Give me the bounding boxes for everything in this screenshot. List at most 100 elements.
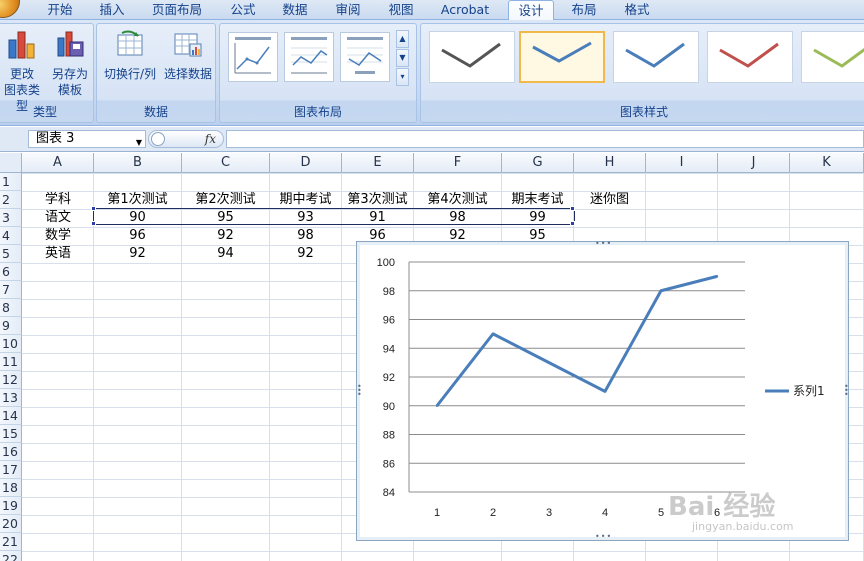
chart-style-4[interactable] — [707, 31, 793, 83]
row-header-12[interactable]: 12 — [0, 371, 22, 389]
cell-F2[interactable]: 第4次测试 — [414, 191, 501, 208]
cell-A2[interactable]: 学科 — [23, 191, 93, 208]
column-header-G[interactable]: G — [502, 153, 574, 173]
row-header-19[interactable]: 19 — [0, 497, 22, 515]
insert-function-button[interactable]: fx — [148, 130, 224, 148]
column-header-I[interactable]: I — [646, 153, 718, 173]
column-header-A[interactable]: A — [22, 153, 94, 173]
row-header-3[interactable]: 3 — [0, 209, 22, 227]
tab-chart-layout[interactable]: 布局 — [562, 0, 606, 20]
range-handle-top-right[interactable] — [570, 206, 575, 211]
row-header-22[interactable]: 22 — [0, 551, 22, 561]
tab-review[interactable]: 审阅 — [328, 0, 368, 20]
chevron-down-icon[interactable]: ▼ — [136, 135, 142, 151]
cell-A3[interactable]: 语文 — [23, 209, 93, 226]
group-label-chart-style: 图表样式 — [619, 105, 668, 119]
cell-D4[interactable]: 98 — [270, 227, 341, 244]
column-header-H[interactable]: H — [574, 153, 646, 173]
chart-layout-2[interactable] — [284, 32, 334, 82]
tab-formulas[interactable]: 公式 — [222, 0, 264, 20]
range-handle-bottom-left[interactable] — [91, 221, 96, 226]
cell-D2[interactable]: 期中考试 — [270, 191, 341, 208]
tab-format[interactable]: 格式 — [614, 0, 660, 20]
ribbon-group-chart-style: 图表样式 — [420, 23, 864, 123]
row-header-13[interactable]: 13 — [0, 389, 22, 407]
chart-layout-1[interactable] — [228, 32, 278, 82]
row-header-7[interactable]: 7 — [0, 281, 22, 299]
tab-home[interactable]: 开始 — [38, 0, 82, 20]
cell-C2[interactable]: 第2次测试 — [182, 191, 269, 208]
data-point-1 — [435, 404, 439, 407]
row-header-9[interactable]: 9 — [0, 317, 22, 335]
row-header-4[interactable]: 4 — [0, 227, 22, 245]
cell-B5[interactable]: 92 — [94, 245, 181, 262]
chart-style-5[interactable] — [801, 31, 864, 83]
column-header-C[interactable]: C — [182, 153, 270, 173]
layout-gallery-more[interactable]: ▾ — [396, 68, 409, 86]
column-header-E[interactable]: E — [342, 153, 414, 173]
cell-E2[interactable]: 第3次测试 — [342, 191, 413, 208]
row-header-10[interactable]: 10 — [0, 335, 22, 353]
row-header-17[interactable]: 17 — [0, 461, 22, 479]
x-tick-label-1: 1 — [434, 507, 440, 519]
column-header-D[interactable]: D — [270, 153, 342, 173]
office-button[interactable] — [0, 0, 20, 18]
layout-gallery-scroll-up[interactable]: ▲ — [396, 30, 409, 48]
formula-input[interactable] — [226, 130, 864, 148]
tab-design[interactable]: 设计 — [508, 0, 554, 21]
row-header-21[interactable]: 21 — [0, 533, 22, 551]
range-handle-bottom-right[interactable] — [570, 221, 575, 226]
row-header-15[interactable]: 15 — [0, 425, 22, 443]
tab-view[interactable]: 视图 — [380, 0, 422, 20]
cell-A5[interactable]: 英语 — [23, 245, 93, 262]
cell-A4[interactable]: 数学 — [23, 227, 93, 244]
save-as-template-button[interactable]: 另存为 模板 — [47, 28, 93, 98]
cell-C4[interactable]: 92 — [182, 227, 269, 244]
data-point-6 — [715, 275, 719, 278]
y-tick-label-88: 88 — [383, 430, 395, 442]
select-data-label: 选择数据 — [163, 67, 212, 81]
column-header-row: ABCDEFGHIJK — [0, 153, 864, 173]
change-chart-type-button[interactable]: 更改 图表类型 — [0, 28, 45, 114]
tab-acrobat[interactable]: Acrobat — [432, 0, 498, 20]
column-header-K[interactable]: K — [790, 153, 864, 173]
bar-chart-icon — [0, 28, 45, 64]
row-header-8[interactable]: 8 — [0, 299, 22, 317]
switch-row-column-button[interactable]: 切换行/列 — [101, 30, 159, 82]
row-header-5[interactable]: 5 — [0, 245, 22, 263]
cell-B4[interactable]: 96 — [94, 227, 181, 244]
chart-layout-3[interactable] — [340, 32, 390, 82]
row-header-20[interactable]: 20 — [0, 515, 22, 533]
row-header-1[interactable]: 1 — [0, 173, 22, 191]
column-header-F[interactable]: F — [414, 153, 502, 173]
layout-gallery-scroll-down[interactable]: ▼ — [396, 49, 409, 67]
range-handle-top-left[interactable] — [91, 206, 96, 211]
name-box[interactable]: 图表 3 ▼ — [28, 130, 146, 148]
x-tick-label-4: 4 — [602, 507, 608, 519]
chart-style-2-selected[interactable] — [519, 31, 605, 83]
ribbon-group-data: 切换行/列 选择数据 数据 — [96, 23, 216, 123]
row-header-11[interactable]: 11 — [0, 353, 22, 371]
tab-data[interactable]: 数据 — [274, 0, 316, 20]
select-data-button[interactable]: 选择数据 — [159, 30, 217, 82]
chart-style-3[interactable] — [613, 31, 699, 83]
formula-bar: 图表 3 ▼ fx — [0, 127, 864, 152]
row-header-2[interactable]: 2 — [0, 191, 22, 209]
chart-style-2-icon — [532, 41, 592, 63]
tab-page-layout[interactable]: 页面布局 — [142, 0, 212, 20]
select-all-corner[interactable] — [0, 153, 22, 173]
data-point-3 — [547, 361, 551, 364]
row-header-16[interactable]: 16 — [0, 443, 22, 461]
cell-B2[interactable]: 第1次测试 — [94, 191, 181, 208]
row-header-14[interactable]: 14 — [0, 407, 22, 425]
cell-G2[interactable]: 期末考试 — [502, 191, 573, 208]
row-header-18[interactable]: 18 — [0, 479, 22, 497]
column-header-J[interactable]: J — [718, 153, 790, 173]
cell-D5[interactable]: 92 — [270, 245, 341, 262]
chart-style-1[interactable] — [429, 31, 515, 83]
cell-C5[interactable]: 94 — [182, 245, 269, 262]
column-header-B[interactable]: B — [94, 153, 182, 173]
tab-insert[interactable]: 插入 — [90, 0, 134, 20]
row-header-6[interactable]: 6 — [0, 263, 22, 281]
cell-H2[interactable]: 迷你图 — [574, 191, 645, 208]
